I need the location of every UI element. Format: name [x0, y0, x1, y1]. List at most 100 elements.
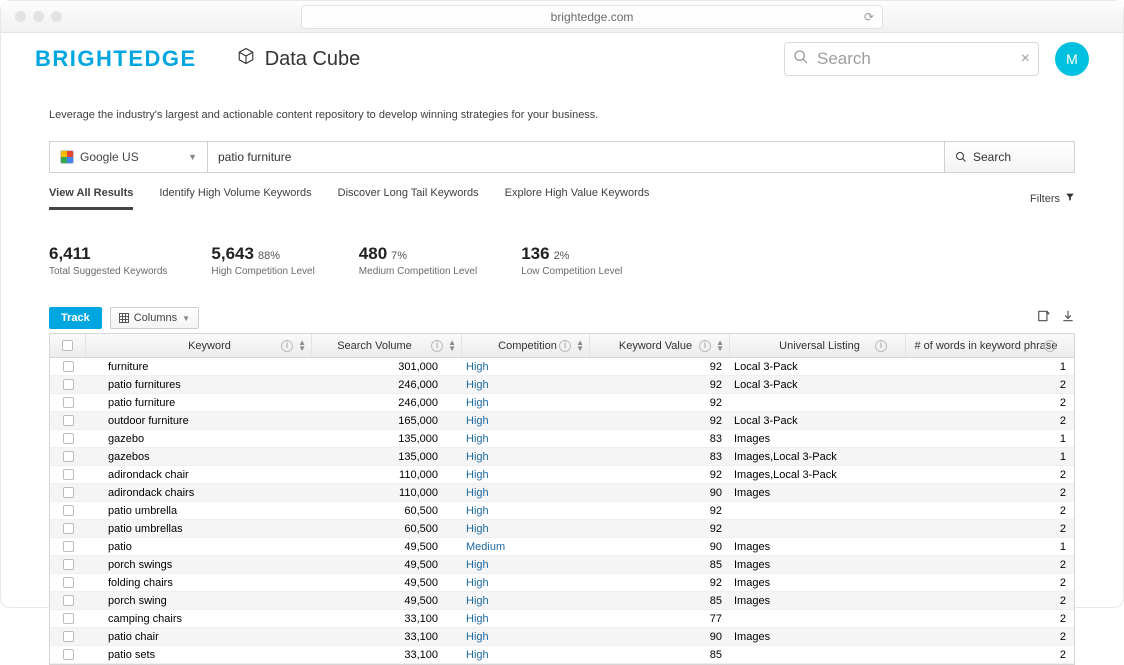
tab-2[interactable]: Discover Long Tail Keywords — [338, 187, 479, 210]
row-checkbox[interactable] — [50, 541, 86, 552]
avatar[interactable]: M — [1055, 42, 1089, 76]
url-text: brightedge.com — [551, 10, 634, 24]
brand-logo[interactable]: BRIGHTEDGE — [35, 46, 197, 72]
table-row[interactable]: folding chairs49,500High92Images2 — [50, 574, 1074, 592]
cell-universal-listing: Local 3-Pack — [730, 361, 906, 373]
dot-maximize[interactable] — [51, 11, 62, 22]
tab-1[interactable]: Identify High Volume Keywords — [159, 187, 311, 210]
keyword-input[interactable]: patio furniture — [208, 142, 944, 172]
table-header: Keywordi▲▼ Search Volumei▲▼ Competitioni… — [50, 334, 1074, 358]
table-row[interactable]: patio49,500Medium90Images1 — [50, 538, 1074, 556]
sort-icon[interactable]: ▲▼ — [716, 340, 724, 352]
th-search-volume[interactable]: Search Volumei▲▼ — [312, 334, 462, 357]
table-row[interactable]: patio chair33,100High90Images2 — [50, 628, 1074, 646]
info-icon[interactable]: i — [875, 340, 887, 352]
row-checkbox[interactable] — [50, 559, 86, 570]
th-competition[interactable]: Competitioni▲▼ — [462, 334, 590, 357]
table-row[interactable]: patio umbrella60,500High922 — [50, 502, 1074, 520]
search-icon — [793, 49, 809, 70]
row-checkbox[interactable] — [50, 577, 86, 588]
cell-keyword-value: 77 — [590, 613, 730, 625]
row-checkbox[interactable] — [50, 379, 86, 390]
cell-universal-listing: Local 3-Pack — [730, 379, 906, 391]
columns-button[interactable]: Columns ▼ — [110, 307, 199, 329]
cell-competition: High — [462, 613, 590, 625]
table-row[interactable]: patio sets33,100High852 — [50, 646, 1074, 664]
cell-keyword-value: 85 — [590, 649, 730, 661]
cell-word-count: 2 — [906, 469, 1074, 481]
row-checkbox[interactable] — [50, 649, 86, 660]
sort-icon[interactable]: ▲▼ — [298, 340, 306, 352]
cell-keyword: patio umbrellas — [86, 523, 312, 535]
url-bar[interactable]: brightedge.com ⟳ — [301, 5, 883, 29]
table-row[interactable]: gazebo135,000High83Images1 — [50, 430, 1074, 448]
track-button[interactable]: Track — [49, 307, 102, 329]
table-row[interactable]: camping chairs33,100High772 — [50, 610, 1074, 628]
th-universal-listing[interactable]: Universal Listingi — [730, 334, 906, 357]
row-checkbox[interactable] — [50, 361, 86, 372]
cell-keyword-value: 90 — [590, 631, 730, 643]
info-icon[interactable]: i — [431, 340, 443, 352]
row-checkbox[interactable] — [50, 433, 86, 444]
table-row[interactable]: patio umbrellas60,500High922 — [50, 520, 1074, 538]
export-icon[interactable] — [1037, 309, 1051, 328]
table-row[interactable]: adirondack chairs110,000High90Images2 — [50, 484, 1074, 502]
download-icon[interactable] — [1061, 309, 1075, 328]
cell-competition: Medium — [462, 541, 590, 553]
table-row[interactable]: patio furnitures246,000High92Local 3-Pac… — [50, 376, 1074, 394]
cell-competition: High — [462, 577, 590, 589]
info-icon[interactable]: i — [559, 340, 571, 352]
th-checkbox[interactable] — [50, 334, 86, 357]
dot-close[interactable] — [15, 11, 26, 22]
cell-keyword: adirondack chair — [86, 469, 312, 481]
row-checkbox[interactable] — [50, 397, 86, 408]
global-search[interactable]: Search × — [784, 42, 1039, 76]
row-checkbox[interactable] — [50, 415, 86, 426]
cell-competition: High — [462, 631, 590, 643]
clear-icon[interactable]: × — [1021, 50, 1030, 68]
cell-search-volume: 49,500 — [312, 577, 462, 589]
cell-competition: High — [462, 451, 590, 463]
sort-icon[interactable]: ▲▼ — [576, 340, 584, 352]
table-row[interactable]: furniture301,000High92Local 3-Pack1 — [50, 358, 1074, 376]
th-word-count[interactable]: # of words in keyword phrasei — [906, 334, 1074, 357]
row-checkbox[interactable] — [50, 451, 86, 462]
tab-0[interactable]: View All Results — [49, 187, 133, 210]
traffic-lights — [15, 11, 62, 22]
reload-icon[interactable]: ⟳ — [864, 10, 874, 24]
sort-icon[interactable]: ▲▼ — [448, 340, 456, 352]
row-checkbox[interactable] — [50, 613, 86, 624]
stats-row: 6,411Total Suggested Keywords5,64388%Hig… — [49, 244, 1075, 277]
row-checkbox[interactable] — [50, 487, 86, 498]
funnel-icon — [1065, 192, 1075, 205]
cell-search-volume: 60,500 — [312, 523, 462, 535]
dot-minimize[interactable] — [33, 11, 44, 22]
table-row[interactable]: patio furniture246,000High922 — [50, 394, 1074, 412]
search-button[interactable]: Search — [944, 142, 1074, 172]
row-checkbox[interactable] — [50, 631, 86, 642]
module-title: Data Cube — [237, 47, 361, 71]
google-icon — [60, 150, 74, 164]
info-icon[interactable]: i — [1044, 340, 1056, 352]
row-checkbox[interactable] — [50, 505, 86, 516]
table-row[interactable]: gazebos135,000High83Images,Local 3-Pack1 — [50, 448, 1074, 466]
cell-competition: High — [462, 505, 590, 517]
cell-search-volume: 301,000 — [312, 361, 462, 373]
th-keyword-value[interactable]: Keyword Valuei▲▼ — [590, 334, 730, 357]
filters-button[interactable]: Filters — [1030, 187, 1075, 210]
table-row[interactable]: porch swings49,500High85Images2 — [50, 556, 1074, 574]
table-row[interactable]: outdoor furniture165,000High92Local 3-Pa… — [50, 412, 1074, 430]
table-row[interactable]: adirondack chair110,000High92Images,Loca… — [50, 466, 1074, 484]
cell-competition: High — [462, 361, 590, 373]
row-checkbox[interactable] — [50, 595, 86, 606]
cell-keyword: porch swing — [86, 595, 312, 607]
info-icon[interactable]: i — [281, 340, 293, 352]
cube-icon — [237, 47, 255, 71]
row-checkbox[interactable] — [50, 523, 86, 534]
th-keyword[interactable]: Keywordi▲▼ — [86, 334, 312, 357]
tab-3[interactable]: Explore High Value Keywords — [505, 187, 650, 210]
row-checkbox[interactable] — [50, 469, 86, 480]
info-icon[interactable]: i — [699, 340, 711, 352]
table-row[interactable]: porch swing49,500High85Images2 — [50, 592, 1074, 610]
engine-select[interactable]: Google US ▼ — [50, 142, 208, 172]
